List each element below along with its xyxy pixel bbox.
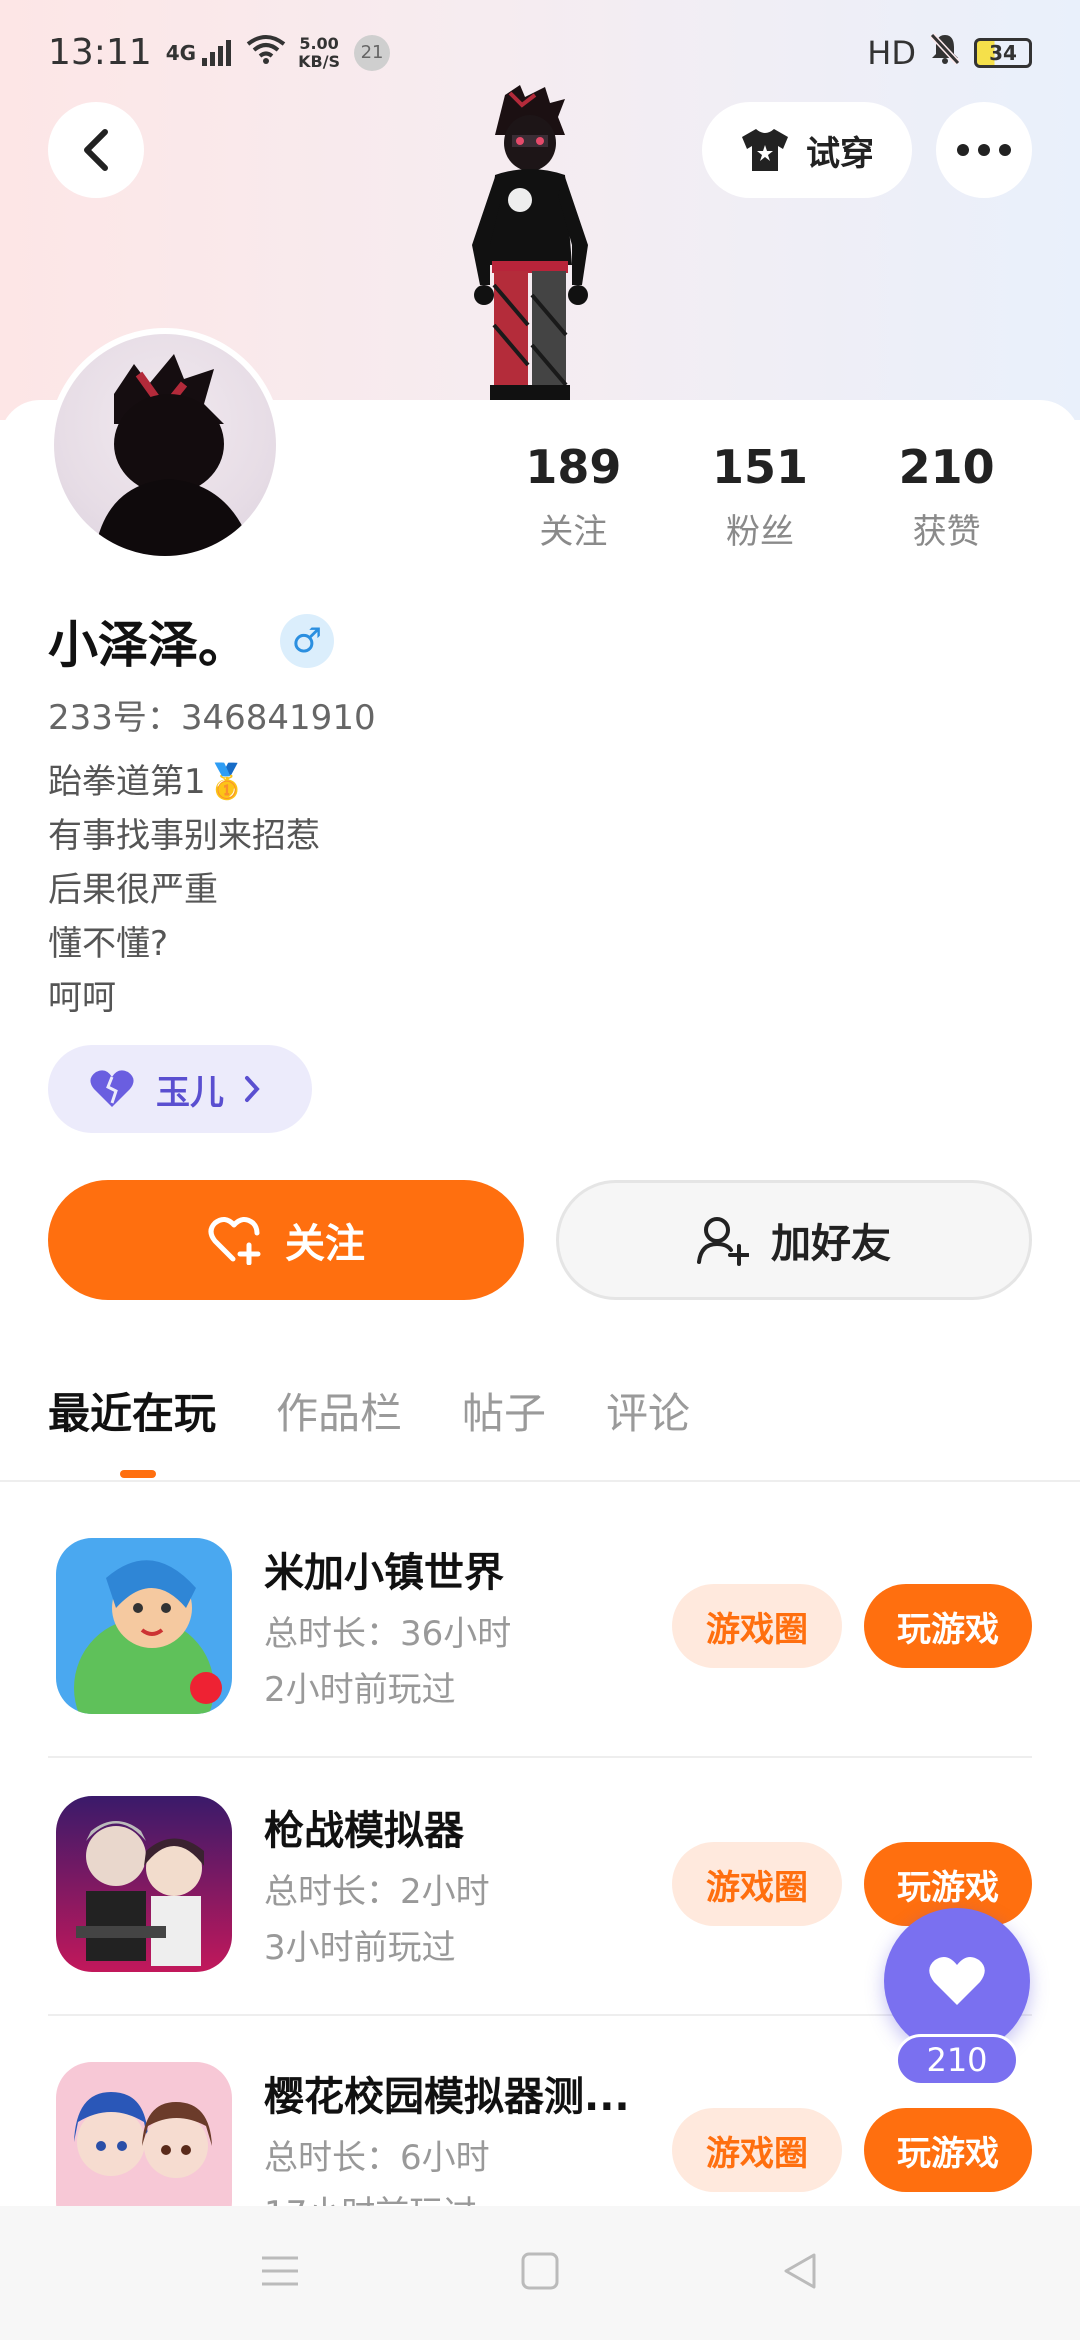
stat-number: 189: [525, 440, 622, 494]
game-last-played: 3小时前玩过: [264, 1928, 456, 1968]
system-nav-bar: [0, 2206, 1080, 2340]
relationship-tag-button[interactable]: 玉儿: [48, 1045, 312, 1133]
game-title: 枪战模拟器: [264, 1808, 464, 1854]
add-user-icon: [697, 1217, 749, 1266]
tab-works[interactable]: 作品栏: [276, 1380, 402, 1441]
add-friend-label: 加好友: [771, 1221, 891, 1267]
male-icon: ♂: [280, 614, 334, 668]
wifi-icon: [246, 33, 286, 73]
speed-value: 5.00: [299, 33, 339, 53]
bio-line: 跆拳道第1🥇: [48, 762, 248, 802]
home-square-icon[interactable]: [520, 2251, 560, 2295]
game-duration: 总时长：2小时: [264, 1872, 490, 1912]
mute-bell-icon: [929, 32, 961, 73]
active-tab-indicator: [120, 1470, 156, 1478]
tshirt-icon: [742, 129, 788, 171]
tab-recent-play[interactable]: 最近在玩: [48, 1380, 216, 1441]
heart-icon: [929, 1956, 985, 2005]
try-on-button[interactable]: 试穿: [702, 102, 912, 198]
network-type: 4G: [165, 40, 197, 65]
like-count-badge: 210: [895, 2034, 1019, 2086]
speed-unit: KB/S: [298, 51, 341, 71]
more-button[interactable]: [936, 102, 1032, 198]
row-divider: [48, 1756, 1032, 1758]
signal-icon: 4G: [165, 39, 232, 66]
more-dots-icon: [957, 144, 1011, 156]
stat-likes[interactable]: 210 获赞: [853, 440, 1040, 553]
add-friend-button[interactable]: 加好友: [556, 1180, 1032, 1300]
game-circle-button[interactable]: 游戏圈: [672, 1842, 842, 1926]
back-button[interactable]: [48, 102, 144, 198]
list-item[interactable]: 米加小镇世界 总时长：36小时 2小时前玩过 游戏圈 玩游戏: [48, 1538, 1032, 1758]
game-title: 米加小镇世界: [264, 1550, 504, 1596]
bio-line: 有事找事别来招惹: [48, 816, 320, 856]
game-icon-image: [56, 1796, 232, 1972]
user-id: 233号：346841910: [48, 698, 376, 738]
like-button[interactable]: [884, 1908, 1030, 2054]
avatar-image: [54, 334, 276, 556]
avatar[interactable]: [48, 328, 282, 562]
status-time: 13:11: [48, 32, 152, 73]
back-triangle-icon[interactable]: [780, 2251, 820, 2295]
chevron-right-icon: [245, 1076, 260, 1102]
profile-stats: 189 关注 151 粉丝 210 获赞: [480, 440, 1040, 553]
tab-posts[interactable]: 帖子: [462, 1380, 546, 1441]
stat-label: 获赞: [912, 512, 981, 552]
battery-icon: 34: [974, 37, 1032, 68]
notification-badge: 21: [354, 34, 391, 71]
tabs-divider: [0, 1480, 1080, 1482]
stat-label: 粉丝: [726, 512, 794, 552]
stat-label: 关注: [539, 512, 608, 552]
heart-plus-icon: [208, 1217, 261, 1265]
game-circle-button[interactable]: 游戏圈: [672, 1584, 842, 1668]
profile-name: 小泽泽。: [48, 616, 248, 674]
game-meta: 总时长：2小时 3小时前玩过: [264, 1864, 490, 1976]
play-game-button[interactable]: 玩游戏: [864, 1584, 1032, 1668]
chevron-left-icon: [84, 129, 108, 171]
bio-line: 后果很严重: [48, 870, 218, 910]
stat-number: 151: [711, 440, 809, 494]
avatar-character-image: [450, 85, 610, 405]
row-divider: [48, 2014, 1032, 2016]
game-duration: 总时长：36小时: [264, 1614, 512, 1654]
menu-icon[interactable]: [260, 2254, 300, 2292]
hd-label: HD: [867, 33, 916, 72]
network-speed: 5.00 KB/S: [298, 33, 341, 71]
bio-line: 呵呵: [48, 978, 116, 1018]
game-meta: 总时长：36小时 2小时前玩过: [264, 1606, 511, 1718]
game-title: 樱花校园模拟器测...: [264, 2074, 630, 2120]
bio-line: 懂不懂?: [48, 924, 169, 964]
profile-tabs: 最近在玩 作品栏 帖子 评论: [48, 1380, 690, 1441]
try-on-label: 试穿: [806, 133, 874, 174]
game-icon-image: [56, 1538, 232, 1714]
tab-comments[interactable]: 评论: [606, 1380, 690, 1441]
follow-label: 关注: [285, 1221, 365, 1267]
game-duration: 总时长：6小时: [264, 2138, 490, 2178]
stat-following[interactable]: 189 关注: [480, 440, 667, 553]
heart-icon: [90, 1070, 134, 1107]
stat-fans[interactable]: 151 粉丝: [667, 440, 854, 553]
follow-button[interactable]: 关注: [48, 1180, 524, 1300]
game-last-played: 2小时前玩过: [264, 1670, 456, 1710]
tag-label: 玉儿: [156, 1072, 224, 1113]
game-circle-button[interactable]: 游戏圈: [672, 2108, 842, 2192]
name-row: 小泽泽。 ♂: [48, 605, 334, 677]
profile-bio: 跆拳道第1🥇 有事找事别来招惹 后果很严重 懂不懂? 呵呵: [48, 755, 320, 1025]
stat-number: 210: [898, 440, 995, 494]
play-game-button[interactable]: 玩游戏: [864, 2108, 1032, 2192]
